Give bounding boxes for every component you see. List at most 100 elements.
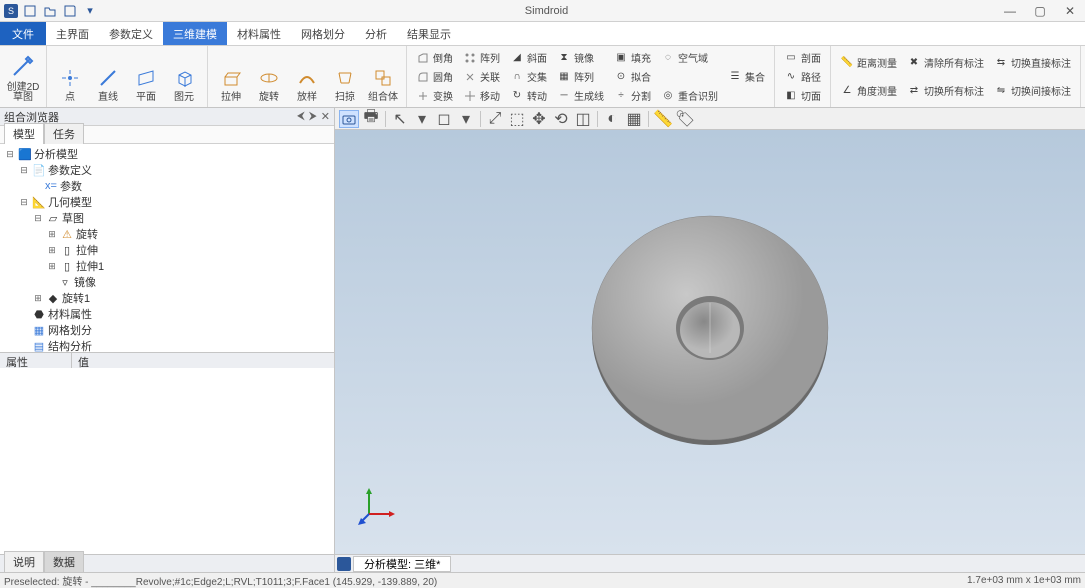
cutplane-button[interactable]: ◧切面 xyxy=(781,87,824,105)
tree-mesh[interactable]: 网格划分 xyxy=(48,322,92,338)
tree-mirror[interactable]: 镜像 xyxy=(74,274,96,290)
expand-icon[interactable]: ⊟ xyxy=(4,149,16,160)
toggle-indirect-button[interactable]: ⇋切换间接标注 xyxy=(991,82,1074,100)
tree-sketch[interactable]: 草图 xyxy=(62,210,84,226)
split-button[interactable]: ÷分割 xyxy=(611,87,654,105)
tree-revolve[interactable]: 旋转 xyxy=(76,226,98,242)
camera-icon[interactable] xyxy=(339,110,359,128)
measure-icon[interactable]: 📏 xyxy=(653,110,673,128)
close-button[interactable]: ✕ xyxy=(1055,4,1085,18)
tree-analysis[interactable]: 结构分析 xyxy=(48,338,92,352)
compound-button[interactable]: 组合体 xyxy=(364,48,402,105)
qat-dropdown-icon[interactable]: ▾ xyxy=(82,3,98,19)
view2-icon[interactable]: ▦ xyxy=(624,110,644,128)
extrude-button[interactable]: 拉伸 xyxy=(212,48,250,105)
dropdown-icon[interactable]: ▾ xyxy=(456,110,476,128)
tab-main[interactable]: 主界面 xyxy=(46,22,99,45)
loft-button[interactable]: 扫掠 xyxy=(326,48,364,105)
angle-measure-button[interactable]: ∠角度测量 xyxy=(837,82,900,100)
tree-extrude1[interactable]: 拉伸1 xyxy=(76,258,104,274)
expand-icon[interactable]: ⊞ xyxy=(46,261,58,272)
tab-material[interactable]: 材料属性 xyxy=(227,22,291,45)
fill-button[interactable]: ▣填充 xyxy=(611,49,654,67)
sidebar-close-icon[interactable]: ✕ xyxy=(321,110,330,123)
toggle-direct-button[interactable]: ⇆切换直接标注 xyxy=(991,53,1074,71)
maximize-button[interactable]: ▢ xyxy=(1025,4,1055,18)
sidebar-tab-model[interactable]: 模型 xyxy=(4,123,44,144)
tab-param[interactable]: 参数定义 xyxy=(99,22,163,45)
section-button[interactable]: ▭剖面 xyxy=(781,49,824,67)
sketch-button[interactable]: 创建2D草图 xyxy=(4,48,42,105)
expand-icon[interactable]: ⊞ xyxy=(46,245,58,256)
tab-analysis[interactable]: 分析 xyxy=(355,22,397,45)
tree-extrude[interactable]: 拉伸 xyxy=(76,242,98,258)
dist-measure-button[interactable]: 📏距离测量 xyxy=(837,53,900,71)
tree-param[interactable]: 参数定义 xyxy=(48,162,92,178)
fit-button[interactable]: ⊙拟合 xyxy=(611,68,654,86)
qat-new-icon[interactable] xyxy=(22,3,38,19)
expand-icon[interactable]: ⊞ xyxy=(32,293,44,304)
move-button[interactable]: 移动 xyxy=(460,87,503,105)
tree-revolve1[interactable]: 旋转1 xyxy=(62,290,90,306)
expand-icon[interactable]: ⊞ xyxy=(46,229,58,240)
zoomfit-icon[interactable]: ⤢ xyxy=(485,110,505,128)
print-icon[interactable]: 🖶 xyxy=(361,110,381,128)
tree-geom[interactable]: 几何模型 xyxy=(48,194,92,210)
primitive-button[interactable]: 图元 xyxy=(165,48,203,105)
bevel-button[interactable]: ◢斜面 xyxy=(507,49,550,67)
array-button[interactable]: ▦阵列 xyxy=(554,68,607,86)
cursor-icon[interactable]: ↖ xyxy=(390,110,410,128)
clear-annot-button[interactable]: ✖清除所有标注 xyxy=(904,53,987,71)
transform-button[interactable]: 变换 xyxy=(413,87,456,105)
tab-results[interactable]: 结果显示 xyxy=(397,22,461,45)
label-icon[interactable]: 🏷 xyxy=(675,110,695,128)
expand-icon[interactable]: ⊟ xyxy=(18,197,30,208)
sidebar-pin-icon[interactable]: ⮜ xyxy=(297,110,305,123)
toggle-annot-button[interactable]: ⇄切换所有标注 xyxy=(904,82,987,100)
dropdown-icon[interactable]: ▾ xyxy=(412,110,432,128)
expand-icon[interactable]: ⊟ xyxy=(18,165,30,176)
intersect-button[interactable]: ∩交集 xyxy=(507,68,550,86)
tree-material[interactable]: 材料属性 xyxy=(48,306,92,322)
3d-viewport[interactable] xyxy=(335,130,1085,554)
qat-save-icon[interactable] xyxy=(62,3,78,19)
view1-icon[interactable]: ◐ xyxy=(602,110,622,128)
sidebar-tab-task[interactable]: 任务 xyxy=(44,123,84,144)
relate-button[interactable]: 关联 xyxy=(460,68,503,86)
coincide-button[interactable]: ◎重合识别 xyxy=(658,87,721,105)
property-panel[interactable] xyxy=(0,368,334,554)
tab-3dmodel[interactable]: 三维建模 xyxy=(163,22,227,45)
mirror-button[interactable]: ⧗镜像 xyxy=(554,49,607,67)
pan-icon[interactable]: ✥ xyxy=(529,110,549,128)
expand-icon[interactable]: ⊟ xyxy=(32,213,44,224)
bottom-tab-info[interactable]: 说明 xyxy=(4,551,44,572)
genline-button[interactable]: ─生成线 xyxy=(554,87,607,105)
line-button[interactable]: 直线 xyxy=(89,48,127,105)
zoombox-icon[interactable]: ⬚ xyxy=(507,110,527,128)
model-disc[interactable] xyxy=(570,188,850,468)
path-button[interactable]: ∿路径 xyxy=(781,68,824,86)
rotate-button[interactable]: ↻转动 xyxy=(507,87,550,105)
point-button[interactable]: 点 xyxy=(51,48,89,105)
set-button[interactable]: ☰集合 xyxy=(725,68,768,86)
plane-button[interactable]: 平面 xyxy=(127,48,165,105)
rotate3d-icon[interactable]: ⟲ xyxy=(551,110,571,128)
qat-open-icon[interactable] xyxy=(42,3,58,19)
pattern-button[interactable]: 阵列 xyxy=(460,49,503,67)
sweep-button[interactable]: 放样 xyxy=(288,48,326,105)
revolve-button[interactable]: 旋转 xyxy=(250,48,288,105)
tree-root[interactable]: 分析模型 xyxy=(34,146,78,162)
airdomain-button[interactable]: ◌空气域 xyxy=(658,49,721,67)
chamfer-button[interactable]: 倒角 xyxy=(413,49,456,67)
model-tree[interactable]: ⊟🟦分析模型 ⊟📄参数定义 x=参数 ⊟📐几何模型 ⊟▱草图 ⊞⚠旋转 ⊞▯拉伸… xyxy=(0,144,334,352)
select-icon[interactable]: ◫ xyxy=(573,110,593,128)
bottom-tab-data[interactable]: 数据 xyxy=(44,551,84,572)
fillet-button[interactable]: 圆角 xyxy=(413,68,456,86)
tree-param-vars[interactable]: 参数 xyxy=(60,178,82,194)
tab-mesh[interactable]: 网格划分 xyxy=(291,22,355,45)
minimize-button[interactable]: — xyxy=(995,4,1025,18)
cube-icon[interactable]: ◻ xyxy=(434,110,454,128)
file-tab[interactable]: 文件 xyxy=(0,22,46,45)
doc-tab[interactable]: 分析模型: 三维* xyxy=(353,556,451,572)
sidebar-collapse-icon[interactable]: ⮞ xyxy=(309,110,317,123)
